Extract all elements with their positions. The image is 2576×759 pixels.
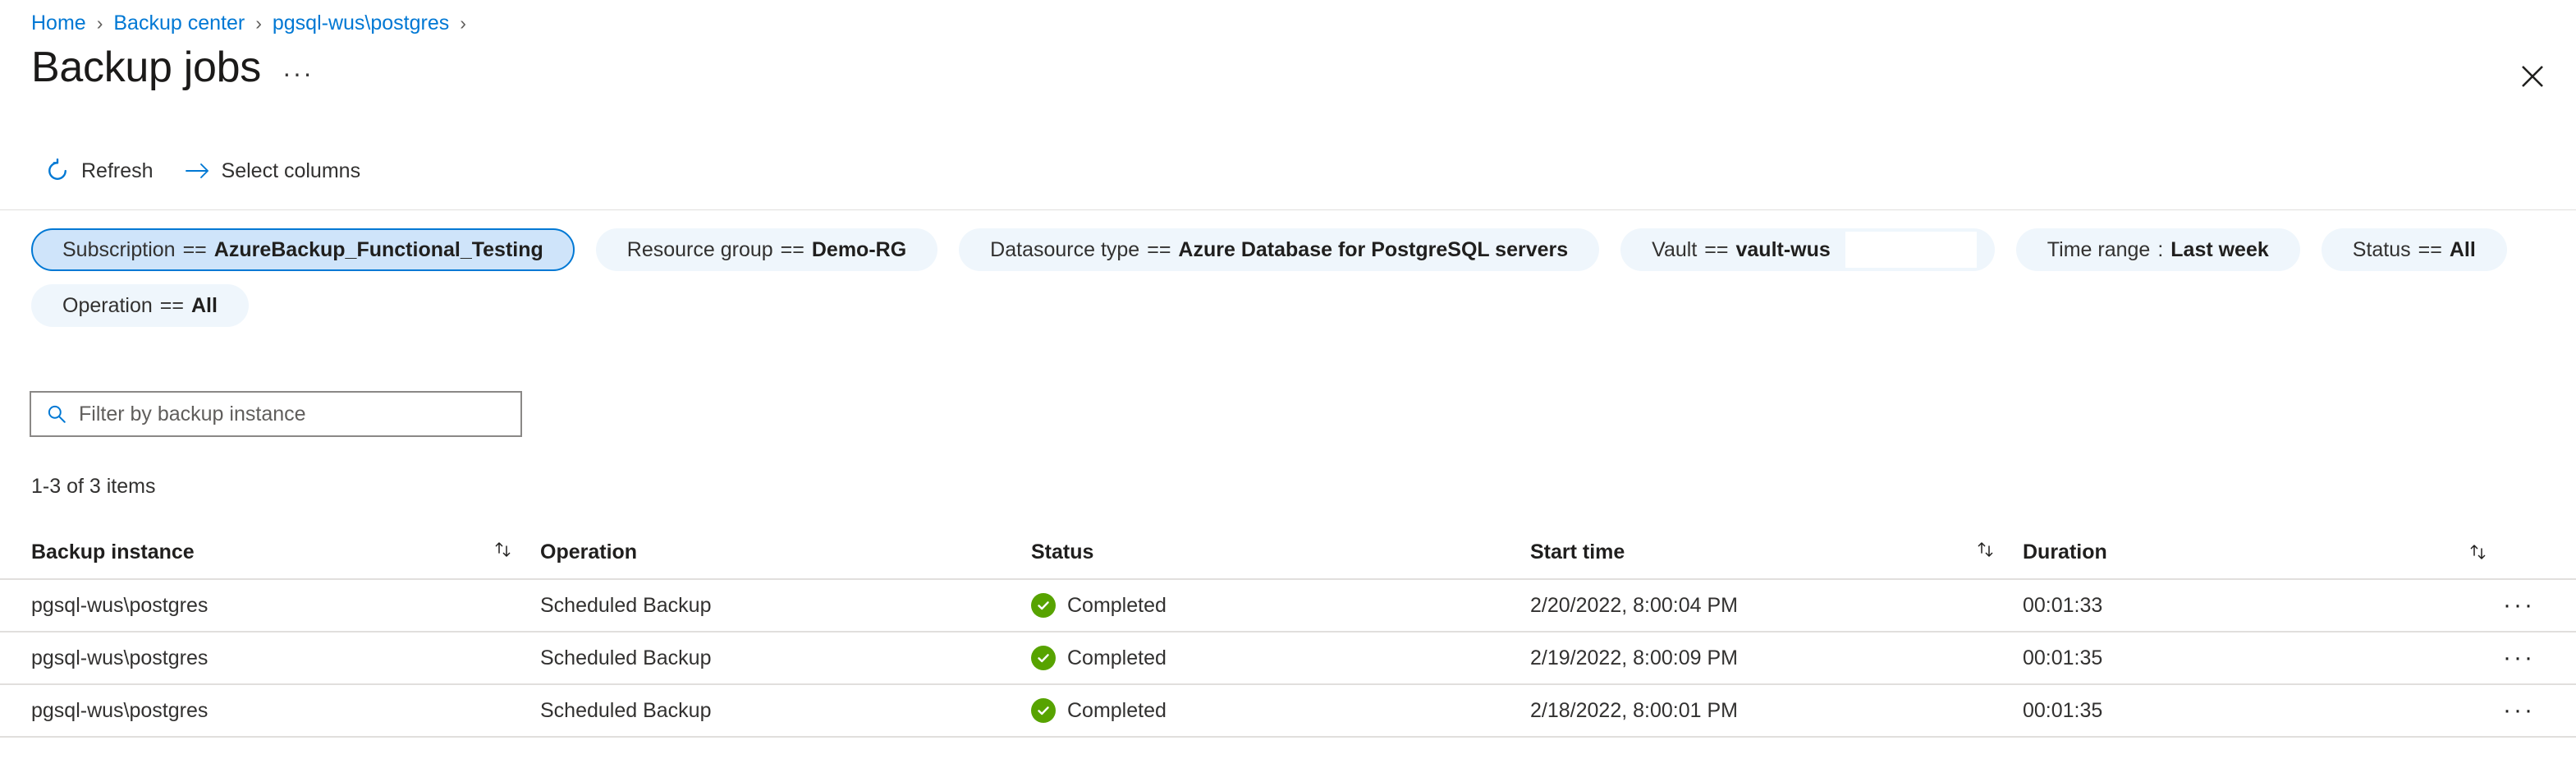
filter-pill-operation[interactable]: Operation == All bbox=[31, 284, 249, 327]
cell-backup-instance[interactable]: pgsql-wus\postgres bbox=[31, 699, 491, 723]
sort-duration-button[interactable] bbox=[2466, 540, 2560, 564]
results-count: 1-3 of 3 items bbox=[31, 475, 156, 498]
column-header-status[interactable]: Status bbox=[1031, 540, 1530, 564]
filter-value: All bbox=[191, 293, 218, 317]
filter-key: Operation bbox=[62, 293, 153, 317]
cell-backup-instance[interactable]: pgsql-wus\postgres bbox=[31, 646, 491, 670]
filter-pill-subscription[interactable]: Subscription == AzureBackup_Functional_T… bbox=[31, 228, 575, 271]
cell-status: Completed bbox=[1031, 646, 1530, 670]
cell-duration: 00:01:33 bbox=[2023, 593, 2103, 617]
filter-pill-vault[interactable]: Vault == vault-wus bbox=[1620, 228, 1995, 271]
refresh-label: Refresh bbox=[81, 159, 154, 182]
command-bar: Refresh Select columns bbox=[33, 152, 380, 190]
status-label: Completed bbox=[1067, 646, 1167, 669]
filter-operator: == bbox=[182, 237, 207, 261]
breadcrumb-separator-icon: › bbox=[255, 12, 262, 34]
filter-key: Subscription bbox=[62, 237, 176, 261]
command-bar-divider bbox=[0, 209, 2576, 210]
sort-arrows-icon bbox=[491, 537, 516, 562]
breadcrumb-separator-icon: › bbox=[460, 12, 466, 34]
arrow-right-icon bbox=[185, 158, 211, 184]
filter-pill-list: Subscription == AzureBackup_Functional_T… bbox=[31, 228, 2543, 340]
table-row[interactable]: pgsql-wus\postgres Scheduled Backup Comp… bbox=[0, 580, 2576, 632]
page-more-menu-button[interactable]: ··· bbox=[282, 60, 314, 86]
cell-operation: Scheduled Backup bbox=[540, 698, 712, 722]
filter-operator: == bbox=[780, 237, 804, 261]
column-header-start-time[interactable]: Start time bbox=[1530, 540, 1973, 564]
filter-key: Datasource type bbox=[990, 237, 1140, 261]
row-context-menu-button[interactable]: ··· bbox=[2503, 646, 2535, 670]
cell-status: Completed bbox=[1031, 698, 1530, 723]
search-input[interactable] bbox=[72, 393, 520, 435]
filter-operator: == bbox=[2418, 237, 2442, 261]
redaction-block bbox=[1845, 232, 1977, 268]
filter-key: Vault bbox=[1652, 237, 1698, 261]
sort-arrows-icon bbox=[1973, 537, 1998, 562]
breadcrumb-separator-icon: › bbox=[96, 12, 103, 34]
filter-value: All bbox=[2449, 237, 2476, 261]
close-icon bbox=[2520, 64, 2545, 89]
column-header-duration[interactable]: Duration bbox=[2023, 540, 2466, 564]
filter-value: Azure Database for PostgreSQL servers bbox=[1178, 237, 1569, 261]
table-header-row: Backup instance Operation Status Start t… bbox=[0, 526, 2576, 580]
filter-operator: : bbox=[2157, 237, 2164, 261]
filter-operator: == bbox=[1704, 237, 1729, 261]
filter-pill-time-range[interactable]: Time range : Last week bbox=[2015, 228, 2300, 271]
filter-value: Last week bbox=[2170, 237, 2269, 261]
cell-status: Completed bbox=[1031, 593, 1530, 618]
status-success-icon bbox=[1031, 646, 1056, 670]
backup-jobs-table: Backup instance Operation Status Start t… bbox=[0, 526, 2576, 738]
sort-arrows-icon bbox=[2466, 540, 2491, 564]
cell-operation: Scheduled Backup bbox=[540, 646, 712, 669]
filter-operator: == bbox=[1147, 237, 1171, 261]
cell-operation: Scheduled Backup bbox=[540, 593, 712, 617]
status-success-icon bbox=[1031, 698, 1056, 723]
filter-pill-datasource-type[interactable]: Datasource type == Azure Database for Po… bbox=[959, 228, 1600, 271]
cell-duration: 00:01:35 bbox=[2023, 698, 2103, 722]
filter-key: Time range bbox=[2047, 237, 2151, 261]
page-title: Backup jobs bbox=[31, 44, 261, 91]
table-row[interactable]: pgsql-wus\postgres Scheduled Backup Comp… bbox=[0, 685, 2576, 738]
select-columns-label: Select columns bbox=[221, 159, 361, 182]
status-label: Completed bbox=[1067, 593, 1167, 617]
select-columns-button[interactable]: Select columns bbox=[173, 152, 373, 190]
backup-jobs-blade: Home › Backup center › pgsql-wus\postgre… bbox=[0, 0, 2576, 759]
cell-start-time: 2/18/2022, 8:00:01 PM bbox=[1530, 698, 1738, 722]
filter-value: AzureBackup_Functional_Testing bbox=[213, 237, 543, 261]
filter-pill-resource-group[interactable]: Resource group == Demo-RG bbox=[595, 228, 938, 271]
refresh-icon bbox=[44, 158, 71, 184]
column-header-operation[interactable]: Operation bbox=[540, 540, 1031, 564]
breadcrumb-item-pgsql-wus-postgres[interactable]: pgsql-wus\postgres bbox=[273, 12, 449, 35]
filter-operator: == bbox=[159, 293, 184, 317]
sort-backup-instance-button[interactable] bbox=[491, 537, 540, 568]
filter-key: Status bbox=[2352, 237, 2411, 261]
status-label: Completed bbox=[1067, 698, 1167, 722]
filter-key: Resource group bbox=[626, 237, 773, 261]
sort-start-time-button[interactable] bbox=[1973, 537, 2023, 568]
search-icon bbox=[41, 403, 72, 425]
page-title-row: Backup jobs ··· bbox=[31, 46, 314, 89]
filter-value: vault-wus bbox=[1735, 237, 1831, 261]
cell-start-time: 2/19/2022, 8:00:09 PM bbox=[1530, 646, 1738, 669]
breadcrumb-item-home[interactable]: Home bbox=[31, 12, 86, 35]
cell-duration: 00:01:35 bbox=[2023, 646, 2103, 669]
cell-start-time: 2/20/2022, 8:00:04 PM bbox=[1530, 593, 1738, 617]
table-row[interactable]: pgsql-wus\postgres Scheduled Backup Comp… bbox=[0, 632, 2576, 685]
filter-pill-status[interactable]: Status == All bbox=[2321, 228, 2507, 271]
refresh-button[interactable]: Refresh bbox=[33, 152, 165, 190]
column-header-backup-instance[interactable]: Backup instance bbox=[31, 540, 491, 564]
breadcrumb: Home › Backup center › pgsql-wus\postgre… bbox=[31, 10, 477, 36]
cell-backup-instance[interactable]: pgsql-wus\postgres bbox=[31, 594, 491, 618]
close-button[interactable] bbox=[2507, 51, 2558, 102]
filter-search-box[interactable] bbox=[30, 391, 522, 437]
row-context-menu-button[interactable]: ··· bbox=[2503, 698, 2535, 723]
filter-value: Demo-RG bbox=[811, 237, 907, 261]
row-context-menu-button[interactable]: ··· bbox=[2503, 593, 2535, 618]
status-success-icon bbox=[1031, 593, 1056, 618]
breadcrumb-item-backup-center[interactable]: Backup center bbox=[113, 12, 245, 35]
